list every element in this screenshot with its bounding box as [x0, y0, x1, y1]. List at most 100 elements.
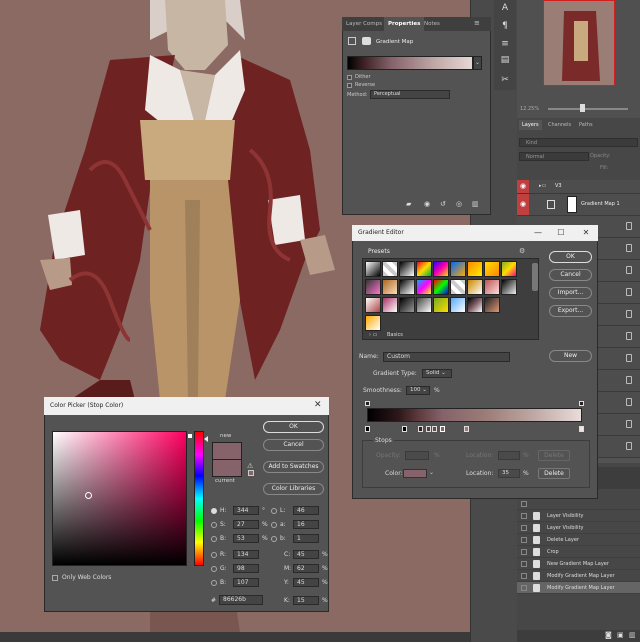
preset-swatch[interactable]: [484, 297, 500, 313]
preset-swatch[interactable]: [450, 279, 466, 295]
opacity-delete-button[interactable]: Delete: [538, 450, 570, 461]
preset-swatch[interactable]: [365, 279, 381, 295]
tab-paths[interactable]: Paths: [576, 120, 596, 130]
tab-layer-comps[interactable]: Layer Comps: [342, 17, 386, 31]
folder-icon[interactable]: › ▭: [369, 332, 377, 338]
adjustments-icon[interactable]: ≡: [498, 38, 512, 50]
maximize-icon[interactable]: ☐: [553, 225, 569, 241]
layer-group-row[interactable]: ◉ ▸▭ V3: [517, 180, 640, 194]
preset-swatch[interactable]: [399, 279, 415, 295]
preset-swatch[interactable]: [416, 297, 432, 313]
preset-swatch[interactable]: [382, 279, 398, 295]
camera-icon[interactable]: ◙: [605, 631, 612, 639]
history-snapshot-checkbox[interactable]: [521, 585, 527, 591]
lightness-radio[interactable]: [271, 508, 277, 514]
tab-layers[interactable]: Layers: [519, 120, 542, 130]
chevron-down-icon[interactable]: ⌄: [473, 56, 482, 70]
gamut-warning-icon[interactable]: ⚠: [247, 462, 253, 470]
panel-menu-icon[interactable]: ≡: [474, 19, 480, 27]
opacity-stop[interactable]: [579, 401, 584, 406]
gradient-type-select[interactable]: Solid ⌄: [422, 369, 452, 378]
preset-swatch[interactable]: [399, 261, 415, 277]
history-item[interactable]: Modify Gradient Map Layer: [517, 570, 640, 582]
history-item[interactable]: New Gradient Map Layer: [517, 558, 640, 570]
character-icon[interactable]: A: [498, 2, 512, 14]
history-snapshot-checkbox[interactable]: [521, 501, 527, 507]
color-stop[interactable]: [579, 426, 584, 432]
zoom-slider[interactable]: [548, 108, 628, 110]
hue-field[interactable]: 344: [233, 506, 259, 515]
minimize-icon[interactable]: —: [530, 225, 546, 241]
method-select[interactable]: Perceptual: [370, 90, 450, 99]
color-stop[interactable]: [464, 426, 469, 432]
green-radio[interactable]: [211, 566, 217, 572]
reverse-checkbox[interactable]: [347, 83, 352, 88]
color-delete-button[interactable]: Delete: [538, 468, 570, 479]
clip-icon[interactable]: ▰: [406, 200, 411, 208]
mask-icon[interactable]: [362, 37, 371, 45]
navigator-thumbnail[interactable]: [543, 0, 615, 86]
stop-opacity-field[interactable]: [405, 451, 429, 460]
preset-swatch[interactable]: [467, 279, 483, 295]
b-radio[interactable]: [271, 536, 277, 542]
websafe-color-icon[interactable]: [248, 470, 254, 476]
new-document-icon[interactable]: ▣: [617, 631, 624, 639]
hex-field[interactable]: 86626b: [219, 595, 263, 605]
preset-swatch[interactable]: [467, 261, 483, 277]
layer-row-gradient-map[interactable]: ◉ Gradient Map 1: [517, 194, 640, 216]
preset-swatch[interactable]: [467, 297, 483, 313]
close-icon[interactable]: ✕: [314, 400, 322, 410]
history-tabs[interactable]: [595, 467, 640, 489]
history-item[interactable]: Delete Layer: [517, 534, 640, 546]
tab-channels[interactable]: Channels: [545, 120, 574, 130]
hue-slider[interactable]: [194, 431, 204, 566]
a-radio[interactable]: [271, 522, 277, 528]
smoothness-field[interactable]: 100 ⌄: [406, 386, 430, 395]
cancel-button[interactable]: Cancel: [263, 439, 324, 451]
preset-swatch[interactable]: [433, 297, 449, 313]
saturation-radio[interactable]: [211, 522, 217, 528]
export-button[interactable]: Export...: [549, 305, 592, 317]
import-button[interactable]: Import...: [549, 287, 592, 299]
notes-icon[interactable]: ▤: [498, 54, 512, 66]
magenta-field[interactable]: 62: [293, 564, 319, 573]
new-button[interactable]: New: [549, 350, 592, 362]
preset-swatch[interactable]: [416, 279, 432, 295]
preset-swatch[interactable]: [365, 315, 381, 331]
presets-scrollbar[interactable]: [532, 263, 538, 291]
hue-slider-arrow[interactable]: [204, 436, 208, 442]
preset-swatch[interactable]: [382, 261, 398, 277]
add-to-swatches-button[interactable]: Add to Swatches: [263, 461, 324, 473]
current-color-swatch[interactable]: [212, 460, 242, 477]
presets-list[interactable]: › ▭ Basics: [362, 258, 539, 340]
dither-checkbox[interactable]: [347, 75, 352, 80]
ok-button[interactable]: OK: [263, 421, 324, 433]
view-previous-icon[interactable]: ◉: [424, 200, 430, 208]
gradient-preview[interactable]: [347, 56, 473, 70]
close-icon[interactable]: ✕: [578, 225, 594, 241]
history-item-selected[interactable]: Modify Gradient Map Layer: [517, 582, 640, 594]
blue-radio[interactable]: [211, 580, 217, 586]
preset-swatch[interactable]: [484, 261, 500, 277]
red-radio[interactable]: [211, 552, 217, 558]
tools-icon[interactable]: ✂: [498, 74, 512, 86]
hue-radio[interactable]: [211, 508, 217, 514]
brightness-radio[interactable]: [211, 536, 217, 542]
preset-swatch[interactable]: [433, 279, 449, 295]
green-field[interactable]: 98: [233, 564, 259, 573]
eye-icon[interactable]: ◉: [517, 194, 529, 215]
preset-swatch[interactable]: [365, 261, 381, 277]
preset-swatch[interactable]: [433, 261, 449, 277]
location-field[interactable]: 35: [498, 469, 520, 478]
color-field-marker[interactable]: [85, 492, 92, 499]
tab-properties[interactable]: Properties: [384, 17, 425, 31]
yellow-field[interactable]: 45: [293, 578, 319, 587]
stop-color-swatch[interactable]: [403, 469, 427, 478]
opacity-location-field[interactable]: [498, 451, 520, 460]
history-item[interactable]: Layer Visibility: [517, 522, 640, 534]
color-field[interactable]: [52, 431, 187, 566]
preset-swatch[interactable]: [399, 297, 415, 313]
color-stop[interactable]: [426, 426, 431, 432]
history-item[interactable]: Layer Visibility: [517, 510, 640, 522]
black-field[interactable]: 15: [293, 596, 319, 605]
